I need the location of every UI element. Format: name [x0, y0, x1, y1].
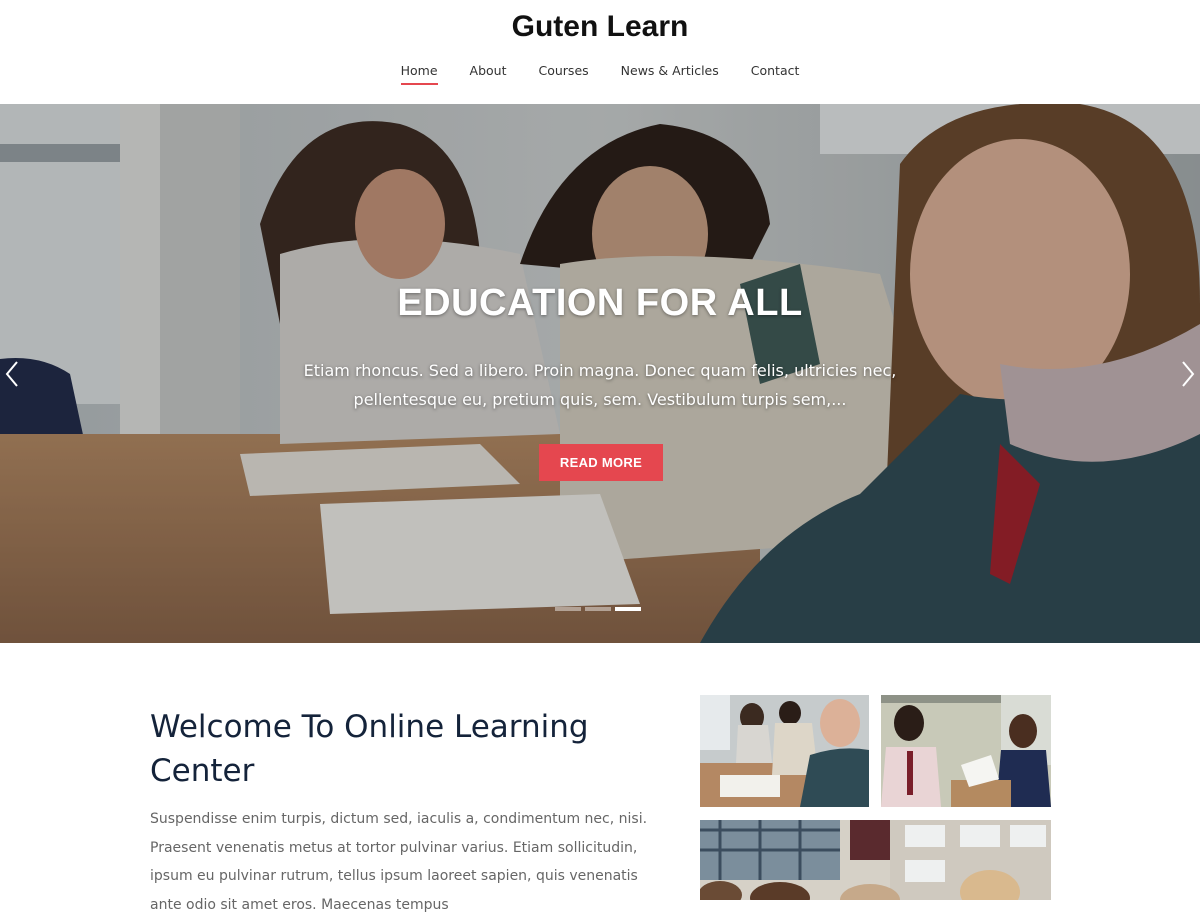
chevron-right-icon[interactable]: [1178, 359, 1198, 389]
slider-dot-3[interactable]: [615, 607, 641, 611]
nav-item-courses[interactable]: Courses: [539, 63, 589, 85]
nav-item-contact[interactable]: Contact: [751, 63, 800, 85]
hero-description: Etiam rhoncus. Sed a libero. Proin magna…: [303, 361, 897, 409]
nav-item-about[interactable]: About: [470, 63, 507, 85]
hero-title: EDUCATION FOR ALL: [397, 282, 803, 324]
main-nav: Home About Courses News & Articles Conta…: [0, 63, 1200, 85]
gallery-image-tutoring: [881, 695, 1051, 807]
slider-dot-1[interactable]: [555, 607, 581, 611]
read-more-button[interactable]: READ MORE: [539, 444, 663, 481]
nav-item-news-articles[interactable]: News & Articles: [621, 63, 719, 85]
gallery-image-students-classroom: [700, 695, 869, 807]
welcome-title: Welcome To Online Learning Center: [150, 709, 589, 789]
gallery-image-lecture-hall: [700, 820, 1051, 900]
site-header: Guten Learn Home About Courses News & Ar…: [0, 0, 1200, 104]
welcome-section: Welcome To Online Learning Center Suspen…: [0, 643, 1200, 913]
welcome-text: Suspendisse enim turpis, dictum sed, iac…: [150, 811, 648, 913]
nav-item-home[interactable]: Home: [400, 63, 438, 85]
slider-dot-2[interactable]: [585, 607, 611, 611]
chevron-left-icon[interactable]: [2, 359, 22, 389]
site-title[interactable]: Guten Learn: [0, 10, 1200, 44]
hero-slider: EDUCATION FOR ALL Etiam rhoncus. Sed a l…: [0, 104, 1200, 643]
slider-pagination: [555, 607, 641, 611]
